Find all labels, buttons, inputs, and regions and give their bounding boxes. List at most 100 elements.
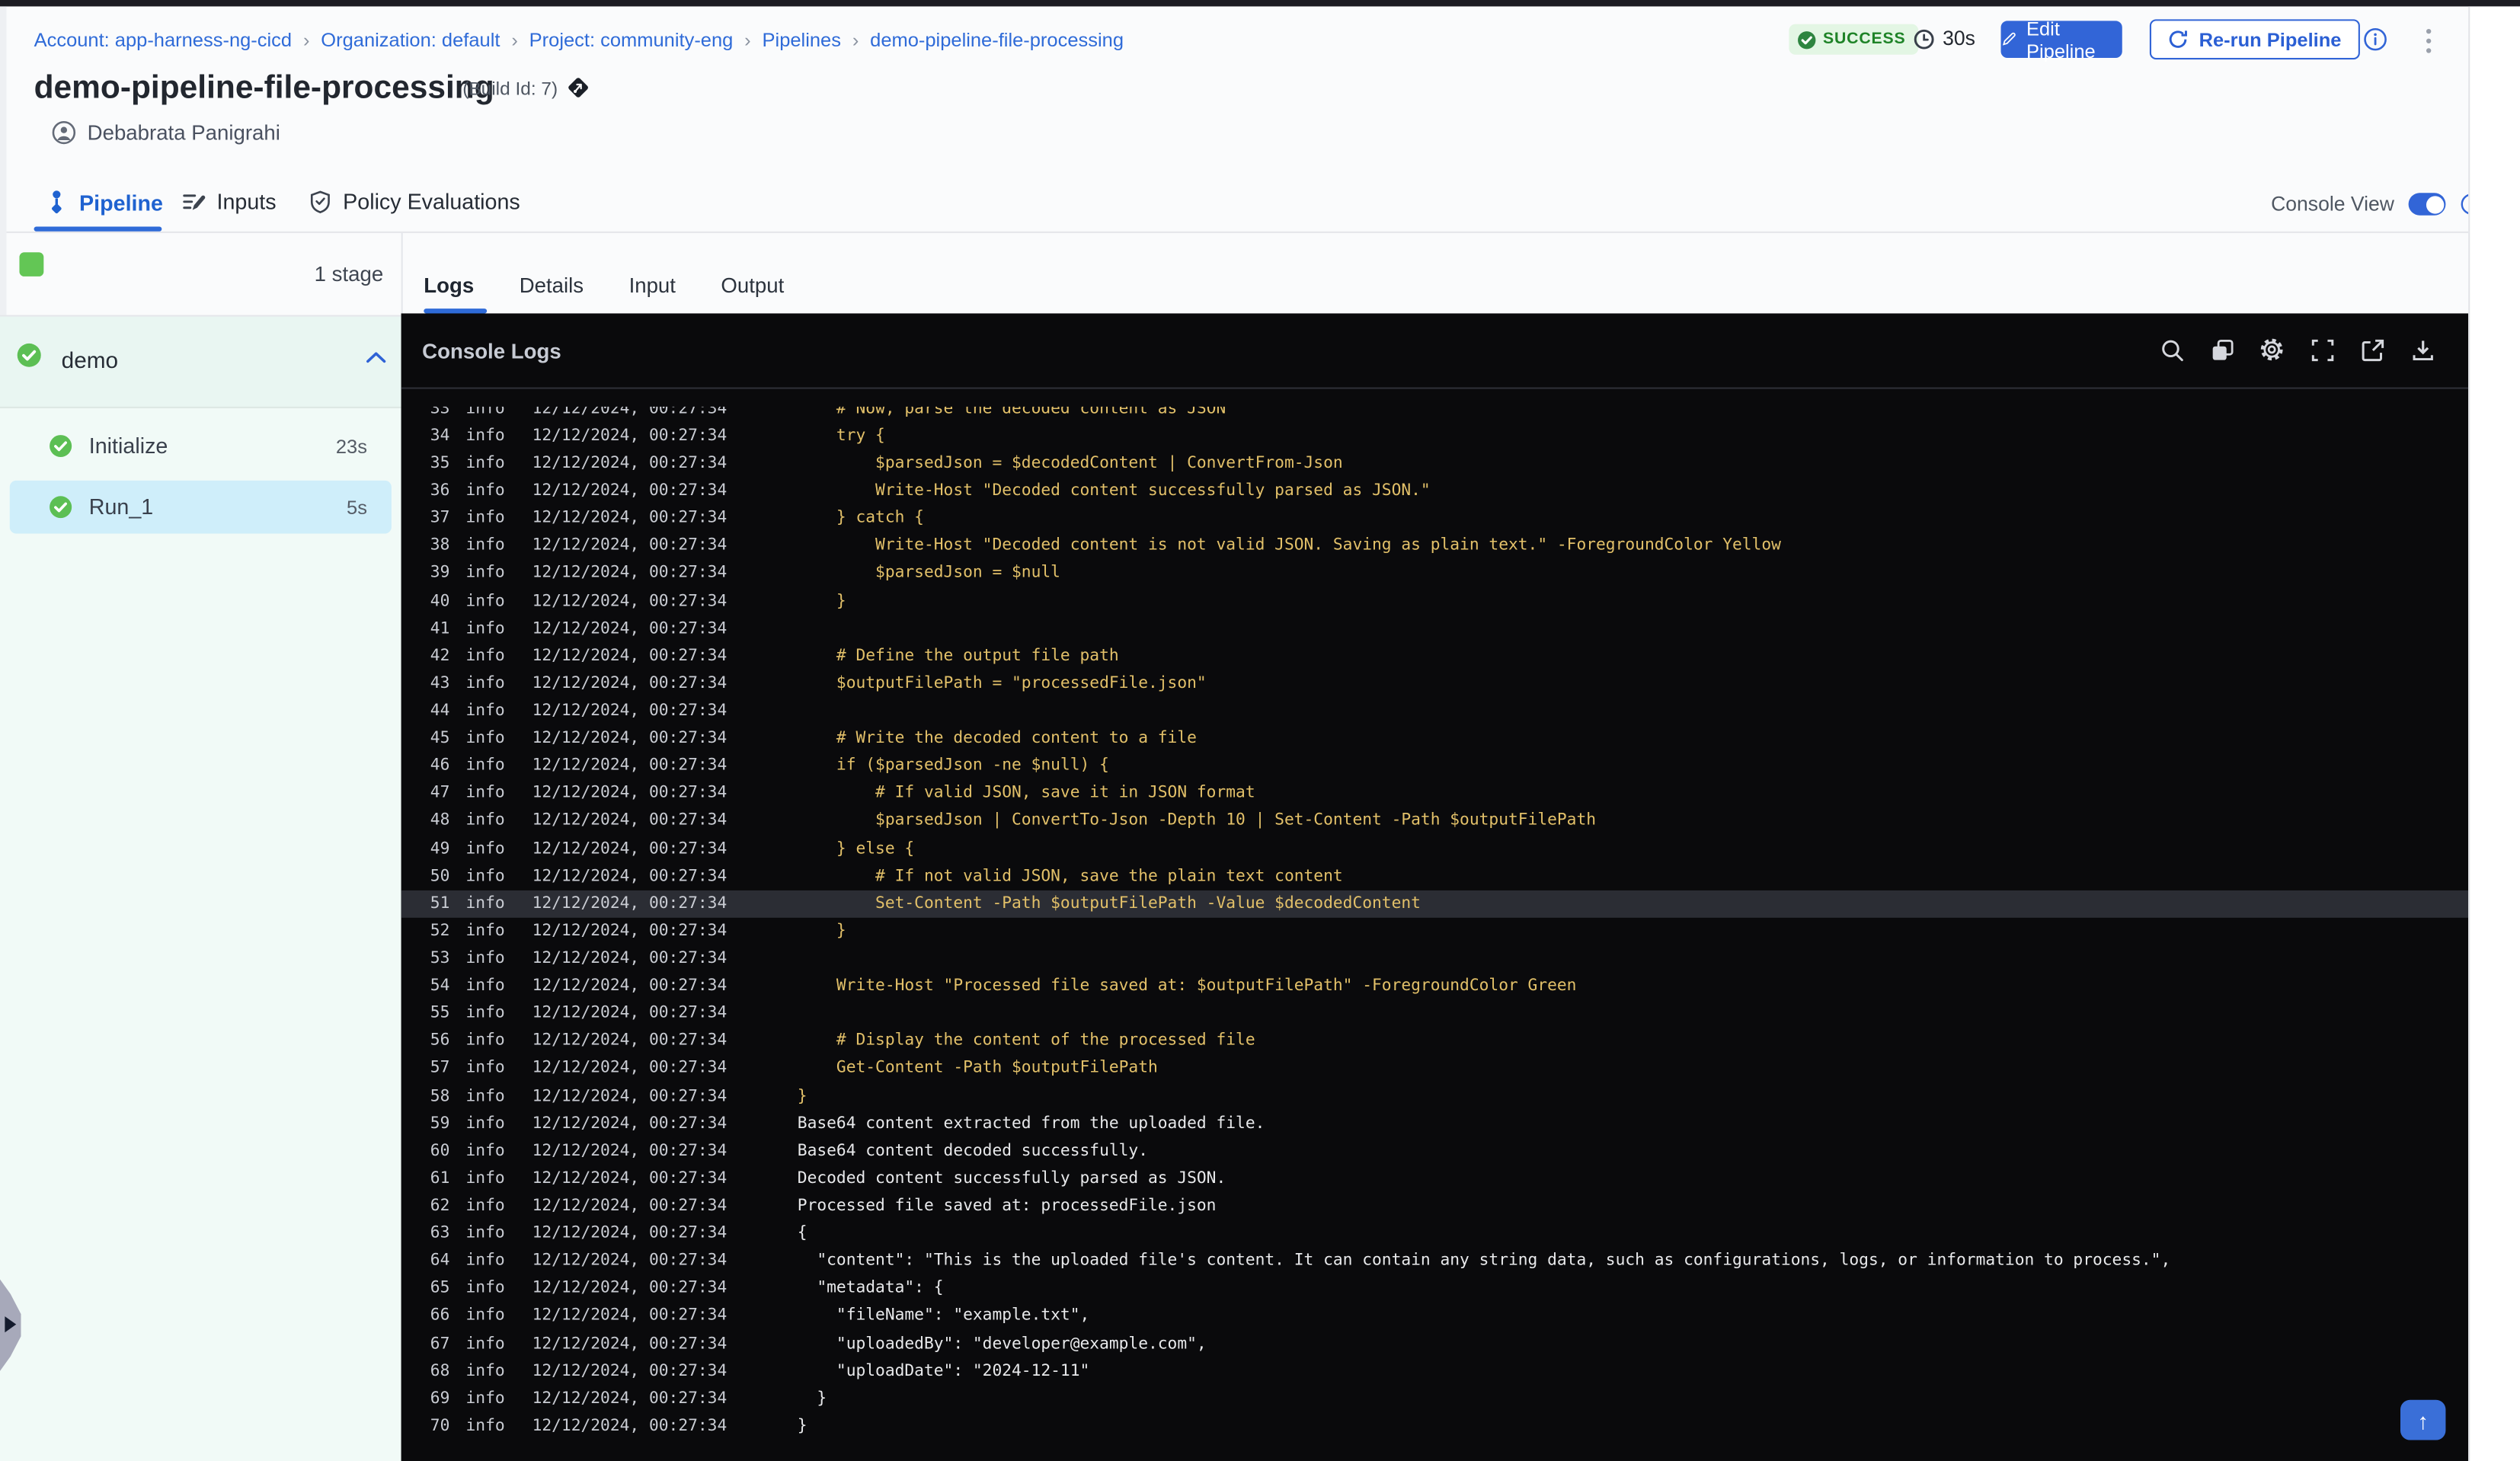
log-timestamp: 12/12/2024, 00:27:34 bbox=[532, 406, 728, 418]
step-name: Initialize bbox=[88, 433, 168, 459]
chevron-up-icon[interactable] bbox=[366, 350, 387, 365]
tab-policy-evaluations[interactable]: Policy Evaluations bbox=[309, 190, 520, 214]
gear-icon[interactable] bbox=[2258, 336, 2285, 363]
shield-check-icon bbox=[310, 190, 330, 214]
rerun-pipeline-button[interactable]: Re-run Pipeline bbox=[2149, 19, 2360, 60]
log-timestamp: 12/12/2024, 00:27:34 bbox=[532, 785, 728, 803]
console-tab-details[interactable]: Details bbox=[520, 273, 584, 298]
log-row: 49 info 12/12/2024, 00:27:34 } else { bbox=[401, 835, 2469, 862]
step-name: Run_1 bbox=[88, 494, 154, 520]
stage-status-square bbox=[19, 252, 44, 277]
log-level: info bbox=[465, 427, 505, 446]
log-message: Write-Host "Decoded content successfully… bbox=[797, 482, 1431, 500]
harness-pipeline-execution-page: Account: app-harness-ng-cicd › Organizatio… bbox=[0, 0, 2520, 1461]
breadcrumb-link[interactable]: Organization: default bbox=[321, 29, 500, 52]
log-row: 48 info 12/12/2024, 00:27:34 $parsedJson |… bbox=[401, 807, 2469, 835]
log-timestamp: 12/12/2024, 00:27:34 bbox=[532, 592, 728, 610]
copy-icon[interactable] bbox=[2208, 336, 2235, 363]
edit-pipeline-button[interactable]: Edit Pipeline bbox=[2000, 17, 2122, 62]
log-viewport[interactable]: 33 info 12/12/2024, 00:27:34 # Now, parse … bbox=[401, 407, 2469, 1461]
console-tab-logs[interactable]: Logs bbox=[424, 273, 474, 298]
triggered-by: Debabrata Panigrahi bbox=[52, 120, 280, 145]
log-message: Base64 content decoded successfully. bbox=[797, 1142, 1149, 1160]
log-message: # Define the output file path bbox=[797, 647, 1119, 666]
stage-success-icon bbox=[17, 343, 41, 367]
log-message: $parsedJson = $decodedContent | ConvertF… bbox=[797, 455, 1343, 473]
fullscreen-icon[interactable] bbox=[2308, 336, 2336, 363]
log-line-number: 51 bbox=[430, 894, 450, 913]
log-message: Decoded content successfully parsed as J… bbox=[797, 1169, 1226, 1188]
log-timestamp: 12/12/2024, 00:27:34 bbox=[532, 1252, 728, 1271]
console-tab-output[interactable]: Output bbox=[721, 273, 784, 298]
console-tab-input[interactable]: Input bbox=[629, 273, 676, 298]
log-line-number: 36 bbox=[430, 482, 450, 500]
log-line-number: 33 bbox=[430, 406, 450, 418]
log-row: 37 info 12/12/2024, 00:27:34 } catch { bbox=[401, 505, 2469, 532]
search-icon[interactable] bbox=[2157, 336, 2185, 363]
console-view-toggle[interactable] bbox=[2409, 193, 2446, 216]
log-line-number: 41 bbox=[430, 619, 450, 638]
kebab-dot bbox=[2425, 47, 2431, 53]
log-row: 67 info 12/12/2024, 00:27:34 "uploadedBy":… bbox=[401, 1330, 2469, 1357]
log-row: 64 info 12/12/2024, 00:27:34 "content": "T… bbox=[401, 1248, 2469, 1275]
log-message: "content": "This is the uploaded file's … bbox=[797, 1252, 2171, 1271]
log-line-number: 58 bbox=[430, 1087, 450, 1105]
log-line-number: 35 bbox=[430, 455, 450, 473]
log-row: 63 info 12/12/2024, 00:27:34 { bbox=[401, 1220, 2469, 1248]
log-line-number: 46 bbox=[430, 757, 450, 775]
log-timestamp: 12/12/2024, 00:27:34 bbox=[532, 839, 728, 858]
log-row: 53 info 12/12/2024, 00:27:34 bbox=[401, 945, 2469, 973]
stage-item-demo[interactable]: demo bbox=[0, 316, 401, 408]
log-level: info bbox=[465, 619, 505, 638]
log-timestamp: 12/12/2024, 00:27:34 bbox=[532, 1225, 728, 1243]
log-message: "uploadedBy": "developer@example.com", bbox=[797, 1335, 1207, 1353]
more-options-menu[interactable] bbox=[2416, 23, 2439, 58]
log-message: Get-Content -Path $outputFilePath bbox=[797, 1060, 1158, 1078]
scroll-to-top-button[interactable]: ↑ bbox=[2400, 1399, 2446, 1440]
stage-name: demo bbox=[61, 347, 119, 373]
breadcrumb-separator: › bbox=[302, 28, 310, 52]
duration: 30s bbox=[1914, 27, 1975, 50]
log-message: } bbox=[797, 1417, 807, 1435]
external-link-icon[interactable] bbox=[2359, 336, 2386, 363]
step-item-initialize[interactable]: Initialize 23s bbox=[10, 420, 392, 473]
log-level: info bbox=[465, 455, 505, 473]
download-icon[interactable] bbox=[2409, 336, 2436, 363]
tab-policy-label: Policy Evaluations bbox=[343, 189, 520, 214]
tab-inputs[interactable]: Inputs bbox=[181, 190, 277, 214]
log-line-number: 60 bbox=[430, 1142, 450, 1160]
log-line-number: 55 bbox=[430, 1005, 450, 1023]
log-message: Write-Host "Processed file saved at: $ou… bbox=[797, 977, 1577, 996]
log-row: 41 info 12/12/2024, 00:27:34 bbox=[401, 615, 2469, 642]
breadcrumb-link[interactable]: Account: app-harness-ng-cicd bbox=[34, 29, 293, 52]
log-message: } bbox=[797, 922, 846, 941]
log-message: Base64 content extracted from the upload… bbox=[797, 1114, 1265, 1133]
execution-info-icon[interactable] bbox=[2363, 27, 2387, 52]
log-row: 45 info 12/12/2024, 00:27:34 # Write the d… bbox=[401, 725, 2469, 753]
tab-inputs-label: Inputs bbox=[216, 189, 277, 214]
log-timestamp: 12/12/2024, 00:27:34 bbox=[532, 702, 728, 721]
log-row: 57 info 12/12/2024, 00:27:34 Get-Content -… bbox=[401, 1055, 2469, 1082]
log-level: info bbox=[465, 510, 505, 528]
log-row: 70 info 12/12/2024, 00:27:34} bbox=[401, 1412, 2469, 1440]
log-timestamp: 12/12/2024, 00:27:34 bbox=[532, 1169, 728, 1188]
breadcrumb-link[interactable]: Project: community-eng bbox=[529, 29, 734, 52]
log-line-number: 65 bbox=[430, 1280, 450, 1298]
log-line-number: 66 bbox=[430, 1307, 450, 1325]
log-message: Write-Host "Decoded content is not valid… bbox=[797, 537, 1781, 555]
log-row: 39 info 12/12/2024, 00:27:34 $parsedJson =… bbox=[401, 560, 2469, 587]
clock-icon bbox=[1914, 28, 1934, 49]
step-item-run_1[interactable]: Run_1 5s bbox=[9, 480, 392, 534]
log-timestamp: 12/12/2024, 00:27:34 bbox=[532, 455, 728, 473]
user-name: Debabrata Panigrahi bbox=[87, 120, 280, 145]
log-level: info bbox=[465, 922, 505, 941]
console-view-control: Console View bbox=[2271, 193, 2483, 216]
log-message: "fileName": "example.txt", bbox=[797, 1307, 1090, 1325]
log-line-number: 53 bbox=[430, 950, 450, 968]
log-timestamp: 12/12/2024, 00:27:34 bbox=[532, 977, 728, 996]
breadcrumb-separator: › bbox=[511, 28, 518, 52]
log-message: } bbox=[797, 1087, 807, 1105]
tab-pipeline[interactable]: Pipeline bbox=[45, 190, 163, 216]
breadcrumb-link[interactable]: demo-pipeline-file-processing bbox=[870, 29, 1124, 52]
breadcrumb-link[interactable]: Pipelines bbox=[763, 29, 841, 52]
